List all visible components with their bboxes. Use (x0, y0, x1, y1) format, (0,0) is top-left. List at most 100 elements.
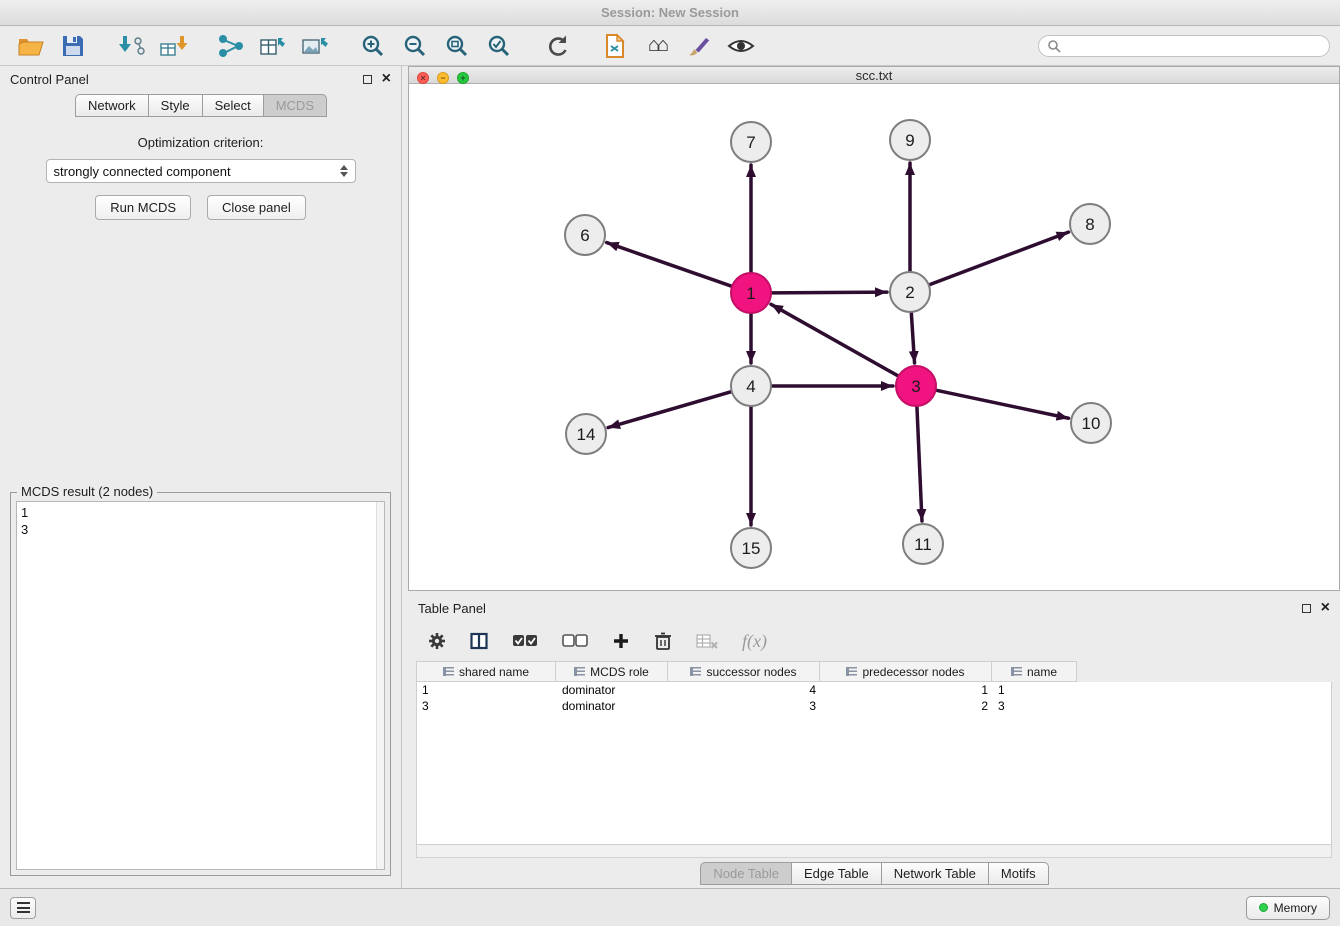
tab-network-table[interactable]: Network Table (881, 862, 989, 885)
table-row[interactable]: 3dominator323 (417, 698, 1331, 714)
search-icon (1047, 39, 1061, 53)
export-table-button[interactable] (252, 29, 294, 63)
save-session-button[interactable] (52, 29, 94, 63)
main-toolbar: ⌂⌂ (0, 26, 1340, 66)
graph-edge-2-8[interactable] (930, 232, 1069, 284)
close-panel-icon[interactable]: × (382, 74, 391, 84)
home-button[interactable]: ⌂⌂ (636, 29, 678, 63)
delete-columns-button[interactable] (696, 633, 718, 649)
criterion-dropdown[interactable]: strongly connected component (46, 159, 356, 183)
zoom-window-icon[interactable]: + (457, 72, 469, 84)
table-settings-button[interactable] (428, 632, 446, 650)
select-all-rows-button[interactable] (512, 634, 538, 648)
tab-mcds[interactable]: MCDS (263, 94, 327, 117)
graph-edge-4-14[interactable] (608, 392, 731, 428)
column-header-successor-nodes[interactable]: successor nodes (668, 661, 820, 682)
zoom-selected-button[interactable] (478, 29, 520, 63)
delete-column-icon (696, 633, 718, 649)
zoom-in-icon (361, 34, 385, 58)
float-panel-icon[interactable] (363, 75, 372, 84)
horizontal-scrollbar[interactable] (416, 845, 1332, 858)
table-panel: Table Panel × (408, 595, 1340, 888)
network-canvas[interactable]: 7 9 6 8 1 2 4 3 14 10 15 11 (409, 84, 1339, 590)
column-header-mcds-role[interactable]: MCDS role (556, 661, 668, 682)
graph-node-3[interactable]: 3 (896, 366, 936, 406)
table-tabs: Node TableEdge TableNetwork TableMotifs (408, 858, 1340, 888)
zoom-out-button[interactable] (394, 29, 436, 63)
first-neighbors-button[interactable] (594, 29, 636, 63)
svg-text:3: 3 (911, 377, 920, 396)
float-table-panel-icon[interactable] (1302, 604, 1311, 613)
table-panel-header: Table Panel × (408, 595, 1340, 621)
graph-node-7[interactable]: 7 (731, 122, 771, 162)
graph-edge-3-1[interactable] (771, 304, 898, 375)
graph-edge-3-11[interactable] (917, 407, 922, 521)
graph-node-8[interactable]: 8 (1070, 204, 1110, 244)
tab-network[interactable]: Network (75, 94, 149, 117)
open-session-button[interactable] (10, 29, 52, 63)
result-item[interactable]: 1 (21, 504, 380, 521)
column-options-icon[interactable] (1011, 667, 1022, 676)
search-input[interactable] (1066, 38, 1321, 53)
toggle-columns-button[interactable] (470, 632, 488, 650)
tab-motifs[interactable]: Motifs (988, 862, 1049, 885)
graph-edge-2-3[interactable] (911, 313, 914, 363)
show-hide-button[interactable] (720, 29, 762, 63)
graph-node-11[interactable]: 11 (903, 524, 943, 564)
graph-edge-3-10[interactable] (937, 390, 1069, 418)
zoom-in-button[interactable] (352, 29, 394, 63)
table-cell: 1 (993, 682, 1078, 698)
graph-edge-1-6[interactable] (607, 243, 731, 286)
graph-node-1[interactable]: 1 (731, 273, 771, 313)
column-options-icon[interactable] (846, 667, 857, 676)
zoom-fit-button[interactable] (436, 29, 478, 63)
svg-text:7: 7 (746, 133, 755, 152)
graph-edge-1-2[interactable] (772, 292, 887, 293)
result-scrollbar[interactable] (376, 502, 384, 869)
column-header-predecessor-nodes[interactable]: predecessor nodes (820, 661, 992, 682)
delete-rows-button[interactable] (654, 631, 672, 651)
task-history-button[interactable] (10, 897, 36, 919)
refresh-network-button[interactable] (536, 29, 578, 63)
minimize-window-icon[interactable]: − (437, 72, 449, 84)
deselect-all-rows-button[interactable] (562, 634, 588, 648)
graph-node-9[interactable]: 9 (890, 120, 930, 160)
graph-node-2[interactable]: 2 (890, 272, 930, 312)
close-panel-button[interactable]: Close panel (207, 195, 306, 220)
function-builder-button[interactable]: f(x) (742, 631, 767, 652)
result-item[interactable]: 3 (21, 521, 380, 538)
graph-node-10[interactable]: 10 (1071, 403, 1111, 443)
graph-node-6[interactable]: 6 (565, 215, 605, 255)
select-all-icon (512, 634, 538, 648)
column-header-name[interactable]: name (992, 661, 1077, 682)
run-mcds-button[interactable]: Run MCDS (95, 195, 191, 220)
close-table-panel-icon[interactable]: × (1321, 603, 1330, 613)
tab-style[interactable]: Style (148, 94, 203, 117)
graph-node-4[interactable]: 4 (731, 366, 771, 406)
paintbrush-icon (686, 34, 712, 58)
column-header-shared-name[interactable]: shared name (416, 661, 556, 682)
column-options-icon[interactable] (443, 667, 454, 676)
document-icon (603, 33, 627, 59)
svg-text:9: 9 (905, 131, 914, 150)
export-image-button[interactable] (294, 29, 336, 63)
new-network-button[interactable] (210, 29, 252, 63)
zoom-out-icon (403, 34, 427, 58)
graph-node-14[interactable]: 14 (566, 414, 606, 454)
svg-text:15: 15 (742, 539, 761, 558)
memory-button[interactable]: Memory (1246, 896, 1330, 920)
tab-select[interactable]: Select (202, 94, 264, 117)
deselect-all-icon (562, 634, 588, 648)
graph-node-15[interactable]: 15 (731, 528, 771, 568)
column-options-icon[interactable] (574, 667, 585, 676)
mcds-result-title: MCDS result (2 nodes) (17, 484, 157, 499)
apply-style-button[interactable] (678, 29, 720, 63)
tab-edge-table[interactable]: Edge Table (791, 862, 882, 885)
close-window-icon[interactable]: × (417, 72, 429, 84)
add-row-button[interactable] (612, 632, 630, 650)
import-network-button[interactable] (110, 29, 152, 63)
tab-node-table[interactable]: Node Table (700, 862, 792, 885)
column-options-icon[interactable] (690, 667, 701, 676)
table-row[interactable]: 1dominator411 (417, 682, 1331, 698)
import-table-button[interactable] (152, 29, 194, 63)
